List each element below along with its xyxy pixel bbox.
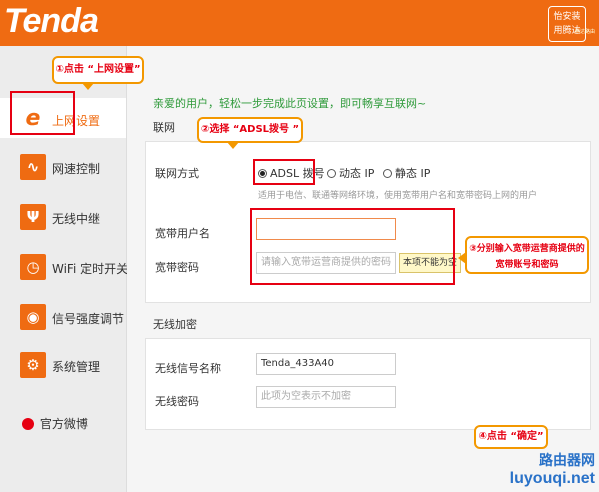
sidebar-item-speed-control[interactable]: ∿ 网速控制 bbox=[0, 146, 126, 186]
sidebar-item-system-management[interactable]: ⚙ 系统管理 bbox=[0, 344, 126, 384]
tenda-logo: Tenda bbox=[4, 2, 99, 40]
radio-dot bbox=[383, 169, 392, 178]
sidebar-item-label: 系统管理 bbox=[52, 360, 101, 374]
radio-dot bbox=[327, 169, 336, 178]
password-label: 宽带密码 bbox=[155, 261, 199, 274]
highlight-box-internet-settings bbox=[10, 91, 75, 135]
highlight-box-adsl bbox=[253, 159, 315, 185]
username-label: 宽带用户名 bbox=[155, 227, 210, 240]
connection-mode-label: 联网方式 bbox=[155, 167, 199, 180]
sidebar-item-signal-strength[interactable]: ◉ 信号强度调节 bbox=[0, 296, 126, 336]
top-header: Tenda 怡安装 用腾达 腾达路由 bbox=[0, 0, 599, 46]
callout-step3-line2: 宽带账号和密码 bbox=[495, 260, 559, 270]
callout-step4: ④点击 “确定” bbox=[474, 425, 548, 449]
signal-icon: ◉ bbox=[20, 304, 46, 330]
watermark-line1: 路由器网 bbox=[539, 453, 595, 469]
adsl-hint: 适用于电信、联通等网络环境，使用宽带用户名和宽带密码上网的用户 bbox=[258, 191, 538, 201]
sidebar-item-wifi-schedule[interactable]: ◷ WiFi 定时开关 bbox=[0, 246, 129, 286]
sidebar-item-wireless-repeater[interactable]: Ψ 无线中继 bbox=[0, 196, 126, 236]
site-watermark: 路由器网 luyouqi.net bbox=[510, 450, 595, 488]
highlight-box-credentials bbox=[250, 208, 455, 285]
radio-static-ip-label: 静态 IP bbox=[395, 167, 431, 180]
wireless-password-input[interactable]: 此项为空表示不加密 bbox=[256, 386, 396, 408]
wireless-section-title: 无线加密 bbox=[153, 318, 197, 331]
ssid-label: 无线信号名称 bbox=[155, 362, 221, 375]
sidebar-item-label: 网速控制 bbox=[52, 162, 101, 176]
app-badge-caption: 腾达路由 bbox=[574, 29, 595, 35]
weibo-label: 官方微博 bbox=[39, 417, 88, 431]
wireless-icon: Ψ bbox=[20, 204, 46, 230]
sidebar-item-label: WiFi 定时开关 bbox=[52, 262, 129, 276]
sidebar-item-label: 无线中继 bbox=[52, 212, 101, 226]
callout-step2: ②选择 “ADSL拨号 ” bbox=[197, 117, 303, 149]
app-badge-line1: 怡安装 bbox=[553, 12, 581, 22]
wireless-panel bbox=[145, 338, 591, 430]
ssid-input[interactable]: Tenda_433A40 bbox=[256, 353, 396, 375]
speed-wave-icon: ∿ bbox=[20, 154, 46, 180]
app-badge[interactable]: 怡安装 用腾达 腾达路由 bbox=[548, 6, 595, 42]
weibo-link[interactable]: 官方微博 bbox=[22, 415, 88, 432]
watermark-line2: luyouqi.net bbox=[509, 470, 595, 487]
welcome-text: 亲爱的用户，轻松一步完成此页设置，即可畅享互联网~ bbox=[153, 97, 427, 110]
callout-step3: ③分别输入宽带运营商提供的 宽带账号和密码 bbox=[458, 236, 589, 274]
weibo-icon bbox=[22, 418, 34, 430]
gear-icon: ⚙ bbox=[20, 352, 46, 378]
callout-step1: ①点击 “上网设置” bbox=[52, 56, 144, 90]
clock-icon: ◷ bbox=[20, 254, 46, 280]
callout-step3-line1: ③分别输入宽带运营商提供的 bbox=[469, 244, 585, 254]
wireless-password-label: 无线密码 bbox=[155, 395, 199, 408]
radio-dynamic-ip-label: 动态 IP bbox=[339, 167, 375, 180]
radio-dynamic-ip[interactable]: 动态 IP bbox=[327, 165, 374, 181]
sidebar-item-label: 信号强度调节 bbox=[52, 312, 125, 326]
radio-static-ip[interactable]: 静态 IP bbox=[383, 165, 430, 181]
network-section-title: 联网 bbox=[153, 121, 175, 134]
